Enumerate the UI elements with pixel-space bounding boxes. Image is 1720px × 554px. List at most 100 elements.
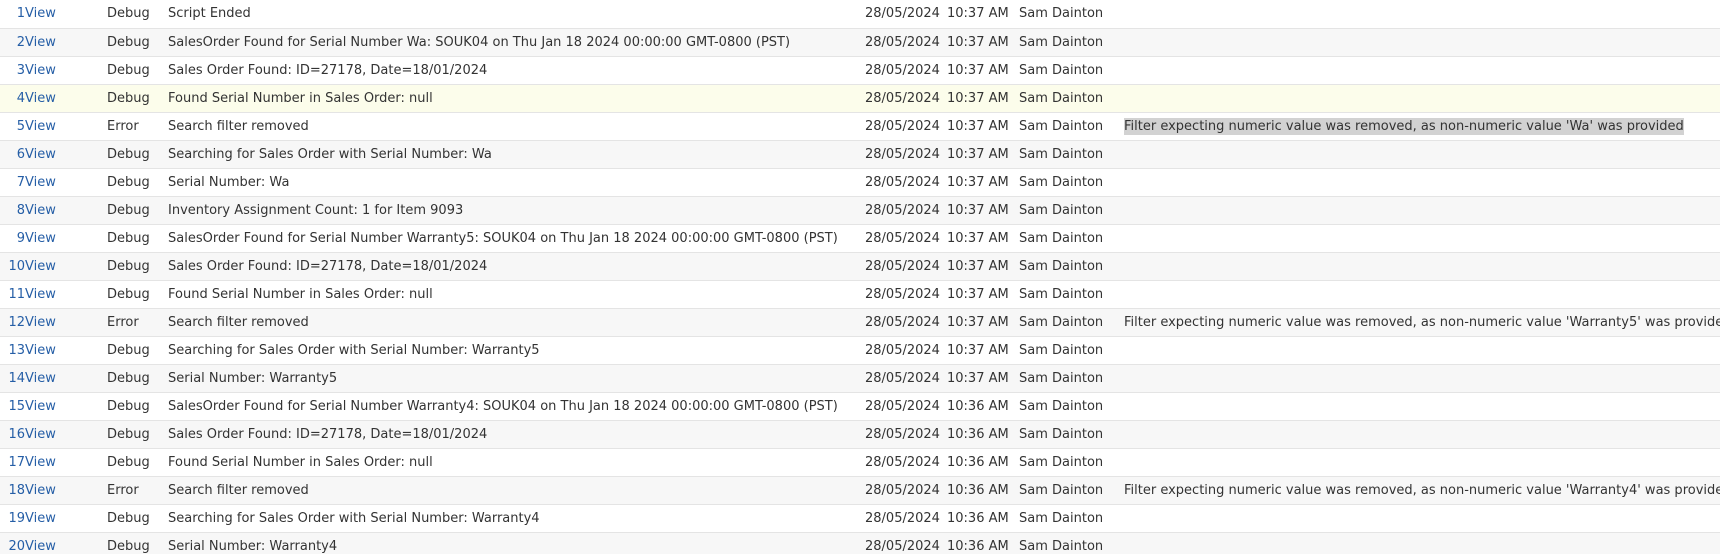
- log-user: Sam Dainton: [1019, 118, 1104, 134]
- view-link[interactable]: View: [25, 539, 56, 554]
- log-details: Filter expecting numeric value was remov…: [1124, 482, 1720, 498]
- log-user: Sam Dainton: [1019, 174, 1104, 190]
- view-link[interactable]: View: [25, 231, 56, 246]
- log-time: 10:36 AM: [947, 482, 1009, 498]
- view-link[interactable]: View: [25, 371, 56, 386]
- view-link[interactable]: View: [25, 63, 56, 78]
- table-row: 11 View Debug Found Serial Number in Sal…: [0, 280, 1720, 308]
- log-title: SalesOrder Found for Serial Number Wa: S…: [168, 34, 791, 50]
- details-cell: [1124, 420, 1720, 448]
- log-title: Search filter removed: [168, 314, 309, 330]
- log-user: Sam Dainton: [1019, 314, 1104, 330]
- view-link[interactable]: View: [25, 483, 56, 498]
- log-date: 28/05/2024: [865, 538, 940, 554]
- log-title: SalesOrder Found for Serial Number Warra…: [168, 230, 838, 246]
- row-number: 5: [16, 118, 25, 134]
- table-row: 12 View Error Search filter removed 28/0…: [0, 308, 1720, 336]
- view-link[interactable]: View: [25, 175, 56, 190]
- details-cell: [1124, 224, 1720, 252]
- view-link[interactable]: View: [25, 343, 56, 358]
- row-number: 7: [16, 174, 25, 190]
- details-cell: Filter expecting numeric value was remov…: [1124, 308, 1720, 336]
- table-row: 10 View Debug Sales Order Found: ID=2717…: [0, 252, 1720, 280]
- view-link[interactable]: View: [25, 91, 56, 106]
- row-number: 19: [8, 510, 25, 526]
- details-cell: [1124, 392, 1720, 420]
- log-title: Search filter removed: [168, 482, 309, 498]
- view-link[interactable]: View: [25, 6, 56, 21]
- log-user: Sam Dainton: [1019, 454, 1104, 470]
- log-user: Sam Dainton: [1019, 398, 1104, 414]
- table-row: 1 View Debug Script Ended 28/05/2024 10:…: [0, 0, 1720, 28]
- view-link[interactable]: View: [25, 427, 56, 442]
- log-date: 28/05/2024: [865, 454, 940, 470]
- log-type: Debug: [107, 510, 150, 526]
- log-date: 28/05/2024: [865, 230, 940, 246]
- view-link[interactable]: View: [25, 511, 56, 526]
- log-time: 10:37 AM: [947, 62, 1009, 78]
- details-cell: [1124, 364, 1720, 392]
- view-link[interactable]: View: [25, 455, 56, 470]
- details-cell: [1124, 252, 1720, 280]
- log-title: Inventory Assignment Count: 1 for Item 9…: [168, 202, 464, 218]
- view-link[interactable]: View: [25, 259, 56, 274]
- view-link[interactable]: View: [25, 35, 56, 50]
- details-cell: [1124, 140, 1720, 168]
- log-time: 10:37 AM: [947, 342, 1009, 358]
- view-link[interactable]: View: [25, 203, 56, 218]
- log-date: 28/05/2024: [865, 258, 940, 274]
- row-number: 3: [16, 62, 25, 78]
- log-date: 28/05/2024: [865, 174, 940, 190]
- log-user: Sam Dainton: [1019, 146, 1104, 162]
- log-time: 10:37 AM: [947, 6, 1009, 22]
- details-cell: [1124, 168, 1720, 196]
- log-date: 28/05/2024: [865, 482, 940, 498]
- log-date: 28/05/2024: [865, 342, 940, 358]
- log-title: Search filter removed: [168, 118, 309, 134]
- row-number: 1: [16, 6, 25, 22]
- log-date: 28/05/2024: [865, 90, 940, 106]
- row-number: 15: [8, 398, 25, 414]
- log-user: Sam Dainton: [1019, 202, 1104, 218]
- table-row: 5 View Error Search filter removed 28/05…: [0, 112, 1720, 140]
- log-date: 28/05/2024: [865, 146, 940, 162]
- log-time: 10:37 AM: [947, 174, 1009, 190]
- log-title: Found Serial Number in Sales Order: null: [168, 90, 433, 106]
- log-time: 10:37 AM: [947, 370, 1009, 386]
- log-user: Sam Dainton: [1019, 286, 1104, 302]
- table-row: 18 View Error Search filter removed 28/0…: [0, 476, 1720, 504]
- log-user: Sam Dainton: [1019, 62, 1104, 78]
- log-title: SalesOrder Found for Serial Number Warra…: [168, 398, 838, 414]
- table-row: 4 View Debug Found Serial Number in Sale…: [0, 84, 1720, 112]
- log-title: Script Ended: [168, 6, 251, 22]
- view-link[interactable]: View: [25, 287, 56, 302]
- view-link[interactable]: View: [25, 147, 56, 162]
- view-cell: View: [25, 28, 107, 56]
- view-cell: View: [25, 336, 107, 364]
- table-row: 9 View Debug SalesOrder Found for Serial…: [0, 224, 1720, 252]
- log-type: Debug: [107, 146, 150, 162]
- log-title: Found Serial Number in Sales Order: null: [168, 286, 433, 302]
- table-row: 6 View Debug Searching for Sales Order w…: [0, 140, 1720, 168]
- view-link[interactable]: View: [25, 119, 56, 134]
- view-cell: View: [25, 280, 107, 308]
- table-row: 17 View Debug Found Serial Number in Sal…: [0, 448, 1720, 476]
- details-cell: [1124, 28, 1720, 56]
- log-type: Debug: [107, 286, 150, 302]
- row-number: 8: [16, 202, 25, 218]
- view-cell: View: [25, 364, 107, 392]
- view-cell: View: [25, 168, 107, 196]
- log-time: 10:36 AM: [947, 454, 1009, 470]
- view-link[interactable]: View: [25, 399, 56, 414]
- log-type: Debug: [107, 230, 150, 246]
- log-type: Debug: [107, 90, 150, 106]
- log-type: Debug: [107, 202, 150, 218]
- execution-log-table: 1 View Debug Script Ended 28/05/2024 10:…: [0, 0, 1720, 554]
- view-cell: View: [25, 392, 107, 420]
- view-cell: View: [25, 532, 107, 554]
- view-link[interactable]: View: [25, 315, 56, 330]
- log-type: Debug: [107, 398, 150, 414]
- row-number: 20: [8, 538, 25, 554]
- log-user: Sam Dainton: [1019, 230, 1104, 246]
- log-date: 28/05/2024: [865, 510, 940, 526]
